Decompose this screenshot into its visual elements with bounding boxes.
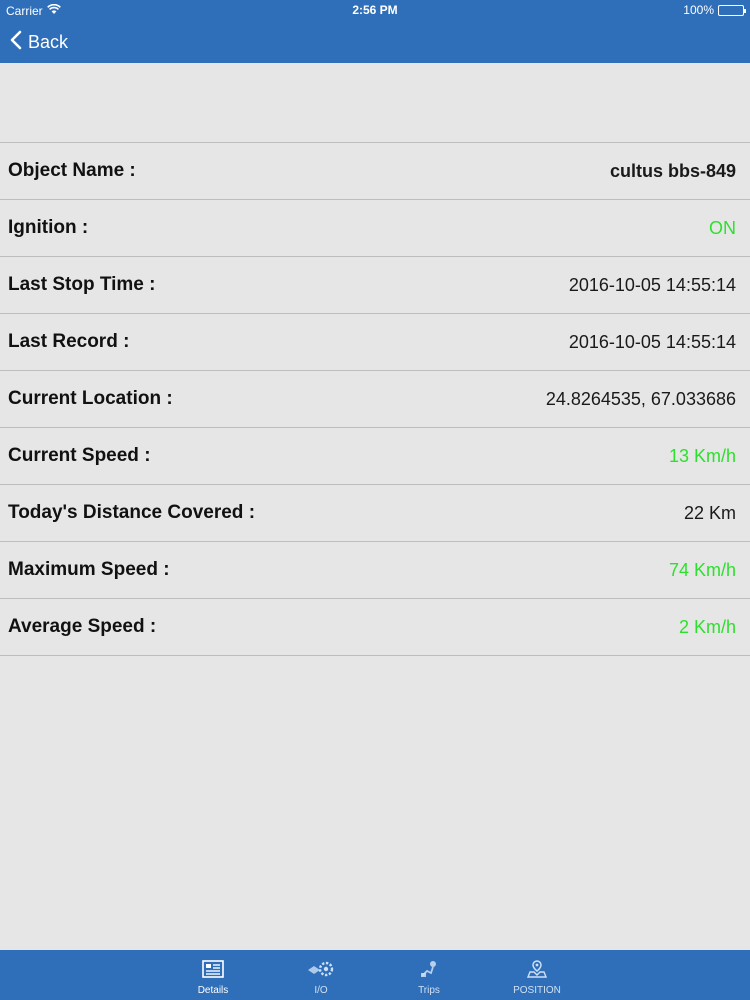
app-screen: Carrier 2:56 PM 100% Back Object Name: …	[0, 0, 750, 1000]
detail-value: 2016-10-05 14:55:14	[568, 331, 736, 352]
navigation-bar: Carrier 2:56 PM 100% Back	[0, 0, 750, 63]
tab-details[interactable]: Details	[159, 950, 267, 1000]
detail-label: Current Speed :	[8, 445, 151, 466]
tab-trips-label: Trips	[418, 985, 440, 996]
detail-row: Current Location : 24.8264535, 67.033686	[0, 371, 750, 428]
detail-row: Last Record : 2016-10-05 14:55:14	[0, 314, 750, 371]
detail-row: Today's Distance Covered : 22 Km	[0, 485, 750, 542]
io-icon	[306, 960, 336, 981]
detail-label: Last Stop Time :	[8, 274, 156, 295]
battery-percent: 100%	[683, 3, 714, 17]
detail-value: 13 Km/h	[668, 445, 736, 466]
detail-label: Ignition :	[8, 217, 89, 238]
details-content: Object Name : cultus bbs-849 Ignition : ON L…	[0, 63, 750, 950]
detail-label: Last Record :	[8, 331, 130, 352]
details-list: Object Name : cultus bbs-849 Ignition : ON L…	[0, 143, 750, 656]
detail-label: Average Speed :	[8, 616, 157, 637]
detail-label: Today's Distance Covered :	[8, 502, 256, 523]
detail-label: Maximum Speed :	[8, 559, 170, 580]
back-button[interactable]: Back	[10, 28, 68, 56]
trips-icon	[419, 960, 439, 981]
tab-io[interactable]: I/O	[267, 950, 375, 1000]
status-time: 2:56 PM	[352, 3, 398, 17]
battery-icon	[718, 4, 746, 16]
status-right: 100%	[683, 3, 746, 17]
tab-details-label: Details	[197, 985, 229, 996]
detail-row: Current Speed : 13 Km/h	[0, 428, 750, 485]
status-bar: Carrier 2:56 PM 100%	[0, 0, 750, 22]
detail-value: 2 Km/h	[678, 616, 736, 637]
detail-row: Last Stop Time : 2016-10-05 14:55:14	[0, 257, 750, 314]
detail-value: 74 Km/h	[668, 559, 736, 580]
detail-value: cultus bbs-849	[609, 160, 736, 181]
details-icon	[202, 960, 224, 981]
detail-label: Current Location :	[8, 388, 173, 409]
detail-value: 24.8264535, 67.033686	[545, 388, 736, 409]
detail-row: Average Speed : 2 Km/h	[0, 599, 750, 656]
detail-value: ON	[709, 217, 736, 238]
detail-row: Object Name : cultus bbs-849	[0, 143, 750, 200]
chevron-left-icon	[10, 30, 22, 55]
detail-value: 22 Km	[683, 502, 736, 523]
detail-value: 2016-10-05 14:55:14	[568, 274, 736, 295]
tab-trips[interactable]: Trips	[375, 950, 483, 1000]
tab-position[interactable]: POSITION	[483, 950, 591, 1000]
tab-position-label: POSITION	[513, 985, 561, 996]
detail-row: Ignition : ON	[0, 200, 750, 257]
back-label: Back	[28, 31, 69, 52]
detail-label: Object Name :	[8, 160, 136, 181]
tab-io-label: I/O	[314, 985, 328, 996]
header-spacer	[0, 63, 750, 143]
position-icon	[526, 960, 548, 981]
tab-bar: Details I/O Trips POSITION	[0, 950, 750, 1000]
detail-row: Maximum Speed : 74 Km/h	[0, 542, 750, 599]
